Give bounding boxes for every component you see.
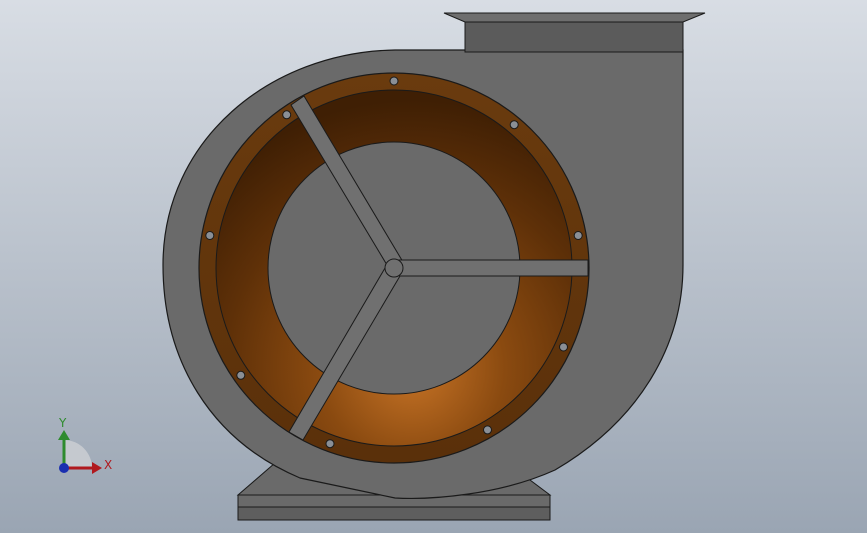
outlet-duct xyxy=(443,12,706,53)
flange-bolt-hole xyxy=(282,110,292,120)
flange-bolt-hole xyxy=(325,439,335,449)
triad-y-label: Y xyxy=(58,416,67,430)
z-axis-dot xyxy=(59,463,69,473)
flange-bolt-hole xyxy=(483,425,492,435)
flange-bolt-hole xyxy=(559,342,568,352)
flange-bolt-hole xyxy=(509,120,519,130)
spoke-right xyxy=(397,259,589,277)
flange-bolt-hole xyxy=(236,370,246,380)
model-scene[interactable]: Y X xyxy=(0,0,867,533)
flange-bolt-hole xyxy=(573,231,583,240)
3d-viewport[interactable]: Y X xyxy=(0,0,867,533)
flange-bolt-hole xyxy=(205,231,215,240)
flange-bolt-hole xyxy=(389,76,399,86)
hub xyxy=(384,258,404,278)
triad-x-label: X xyxy=(104,458,112,472)
